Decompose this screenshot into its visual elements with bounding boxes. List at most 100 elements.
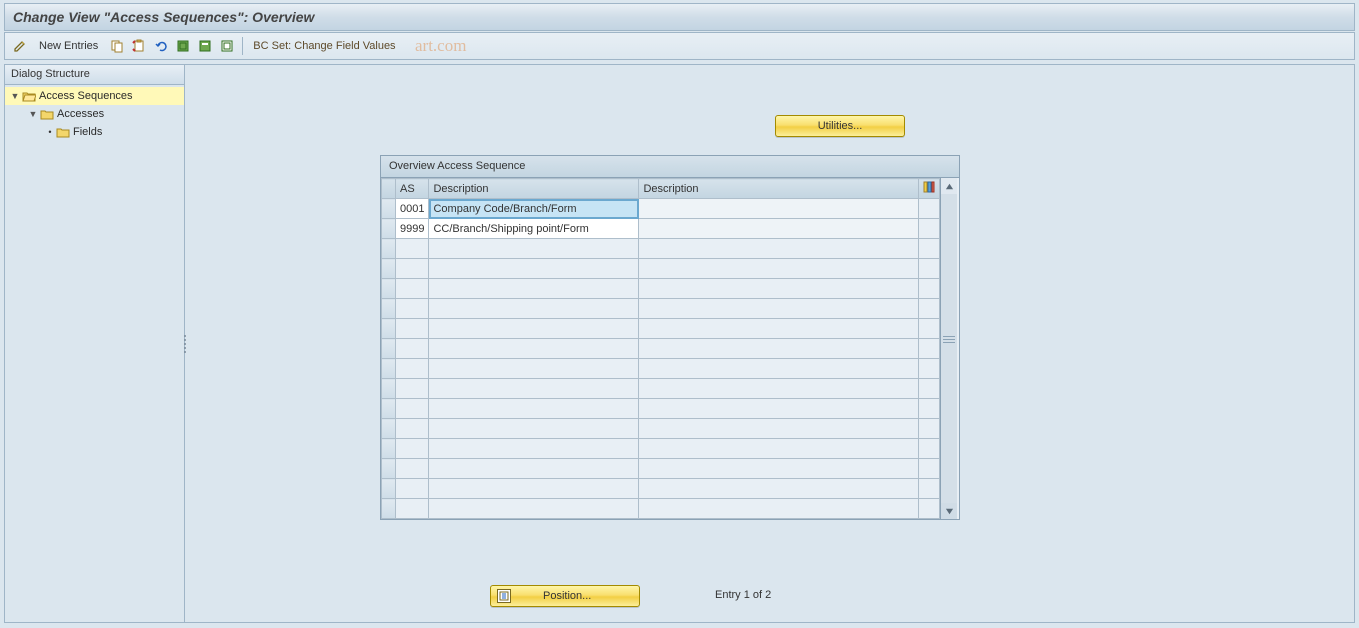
table-row[interactable] [382,319,940,339]
cell-description[interactable] [429,439,639,459]
clipboard-icon[interactable] [130,37,148,55]
column-header-description[interactable]: Description [429,179,639,199]
table-row[interactable] [382,359,940,379]
cell-description2[interactable] [639,199,919,219]
vertical-scrollbar[interactable] [940,178,957,519]
cell-as[interactable] [396,379,429,399]
position-button[interactable]: Position... [490,585,640,607]
select-all-header[interactable] [382,179,396,199]
utilities-button[interactable]: Utilities... [775,115,905,137]
cell-description2[interactable] [639,379,919,399]
row-selector[interactable] [382,439,396,459]
edit-icon[interactable] [11,37,29,55]
scroll-up-icon[interactable] [941,178,957,194]
cell-description[interactable] [429,259,639,279]
row-selector[interactable] [382,499,396,519]
cell-as[interactable] [396,299,429,319]
select-block-icon[interactable] [196,37,214,55]
cell-as[interactable] [396,239,429,259]
row-selector[interactable] [382,299,396,319]
tree-node-accesses[interactable]: ▼ Accesses [5,105,184,123]
cell-description[interactable]: CC/Branch/Shipping point/Form [429,219,639,239]
cell-description[interactable] [429,359,639,379]
table-row[interactable] [382,399,940,419]
cell-as[interactable] [396,319,429,339]
table-row[interactable] [382,379,940,399]
table-row[interactable] [382,479,940,499]
cell-description2[interactable] [639,279,919,299]
row-selector[interactable] [382,459,396,479]
cell-description2[interactable] [639,499,919,519]
cell-as[interactable]: 0001 [396,199,429,219]
column-header-description2[interactable]: Description [639,179,919,199]
row-selector[interactable] [382,219,396,239]
table-row[interactable] [382,339,940,359]
cell-description2[interactable] [639,479,919,499]
cell-description[interactable] [429,499,639,519]
new-entries-button[interactable]: New Entries [33,38,104,54]
cell-description[interactable]: Company Code/Branch/Form [429,199,639,219]
cell-as[interactable] [396,279,429,299]
select-all-icon[interactable] [174,37,192,55]
cell-as[interactable] [396,259,429,279]
bc-set-button[interactable]: BC Set: Change Field Values [249,40,395,52]
cell-as[interactable] [396,339,429,359]
cell-description[interactable] [429,379,639,399]
table-row[interactable] [382,259,940,279]
cell-as[interactable]: 9999 [396,219,429,239]
tree-node-access-sequences[interactable]: ▼ Access Sequences [5,87,184,105]
cell-as[interactable] [396,419,429,439]
cell-description[interactable] [429,459,639,479]
cell-description2[interactable] [639,339,919,359]
tree-toggle-icon[interactable]: ▼ [9,91,21,101]
row-selector[interactable] [382,259,396,279]
cell-description2[interactable] [639,219,919,239]
table-row[interactable]: 0001Company Code/Branch/Form [382,199,940,219]
row-selector[interactable] [382,199,396,219]
row-selector[interactable] [382,359,396,379]
row-selector[interactable] [382,339,396,359]
cell-description2[interactable] [639,399,919,419]
column-header-as[interactable]: AS [396,179,429,199]
cell-description2[interactable] [639,259,919,279]
table-row[interactable]: 9999CC/Branch/Shipping point/Form [382,219,940,239]
cell-description2[interactable] [639,439,919,459]
row-selector[interactable] [382,319,396,339]
cell-as[interactable] [396,359,429,379]
copy-icon[interactable] [108,37,126,55]
cell-description2[interactable] [639,319,919,339]
row-selector[interactable] [382,379,396,399]
cell-description[interactable] [429,279,639,299]
row-selector[interactable] [382,419,396,439]
cell-description2[interactable] [639,359,919,379]
cell-as[interactable] [396,479,429,499]
cell-as[interactable] [396,499,429,519]
cell-description[interactable] [429,479,639,499]
cell-description[interactable] [429,339,639,359]
cell-description[interactable] [429,319,639,339]
splitter-handle[interactable] [182,329,188,359]
undo-icon[interactable] [152,37,170,55]
deselect-icon[interactable] [218,37,236,55]
table-row[interactable] [382,279,940,299]
row-selector[interactable] [382,399,396,419]
configure-columns-button[interactable] [919,179,940,199]
tree-node-fields[interactable]: • Fields [5,123,184,141]
cell-as[interactable] [396,399,429,419]
table-row[interactable] [382,499,940,519]
cell-description[interactable] [429,399,639,419]
cell-description2[interactable] [639,239,919,259]
row-selector[interactable] [382,239,396,259]
cell-as[interactable] [396,439,429,459]
row-selector[interactable] [382,279,396,299]
table-row[interactable] [382,239,940,259]
row-selector[interactable] [382,479,396,499]
cell-description[interactable] [429,419,639,439]
cell-description2[interactable] [639,419,919,439]
table-row[interactable] [382,459,940,479]
cell-description2[interactable] [639,459,919,479]
table-row[interactable] [382,299,940,319]
cell-description[interactable] [429,299,639,319]
table-row[interactable] [382,419,940,439]
tree-toggle-icon[interactable]: ▼ [27,109,39,119]
